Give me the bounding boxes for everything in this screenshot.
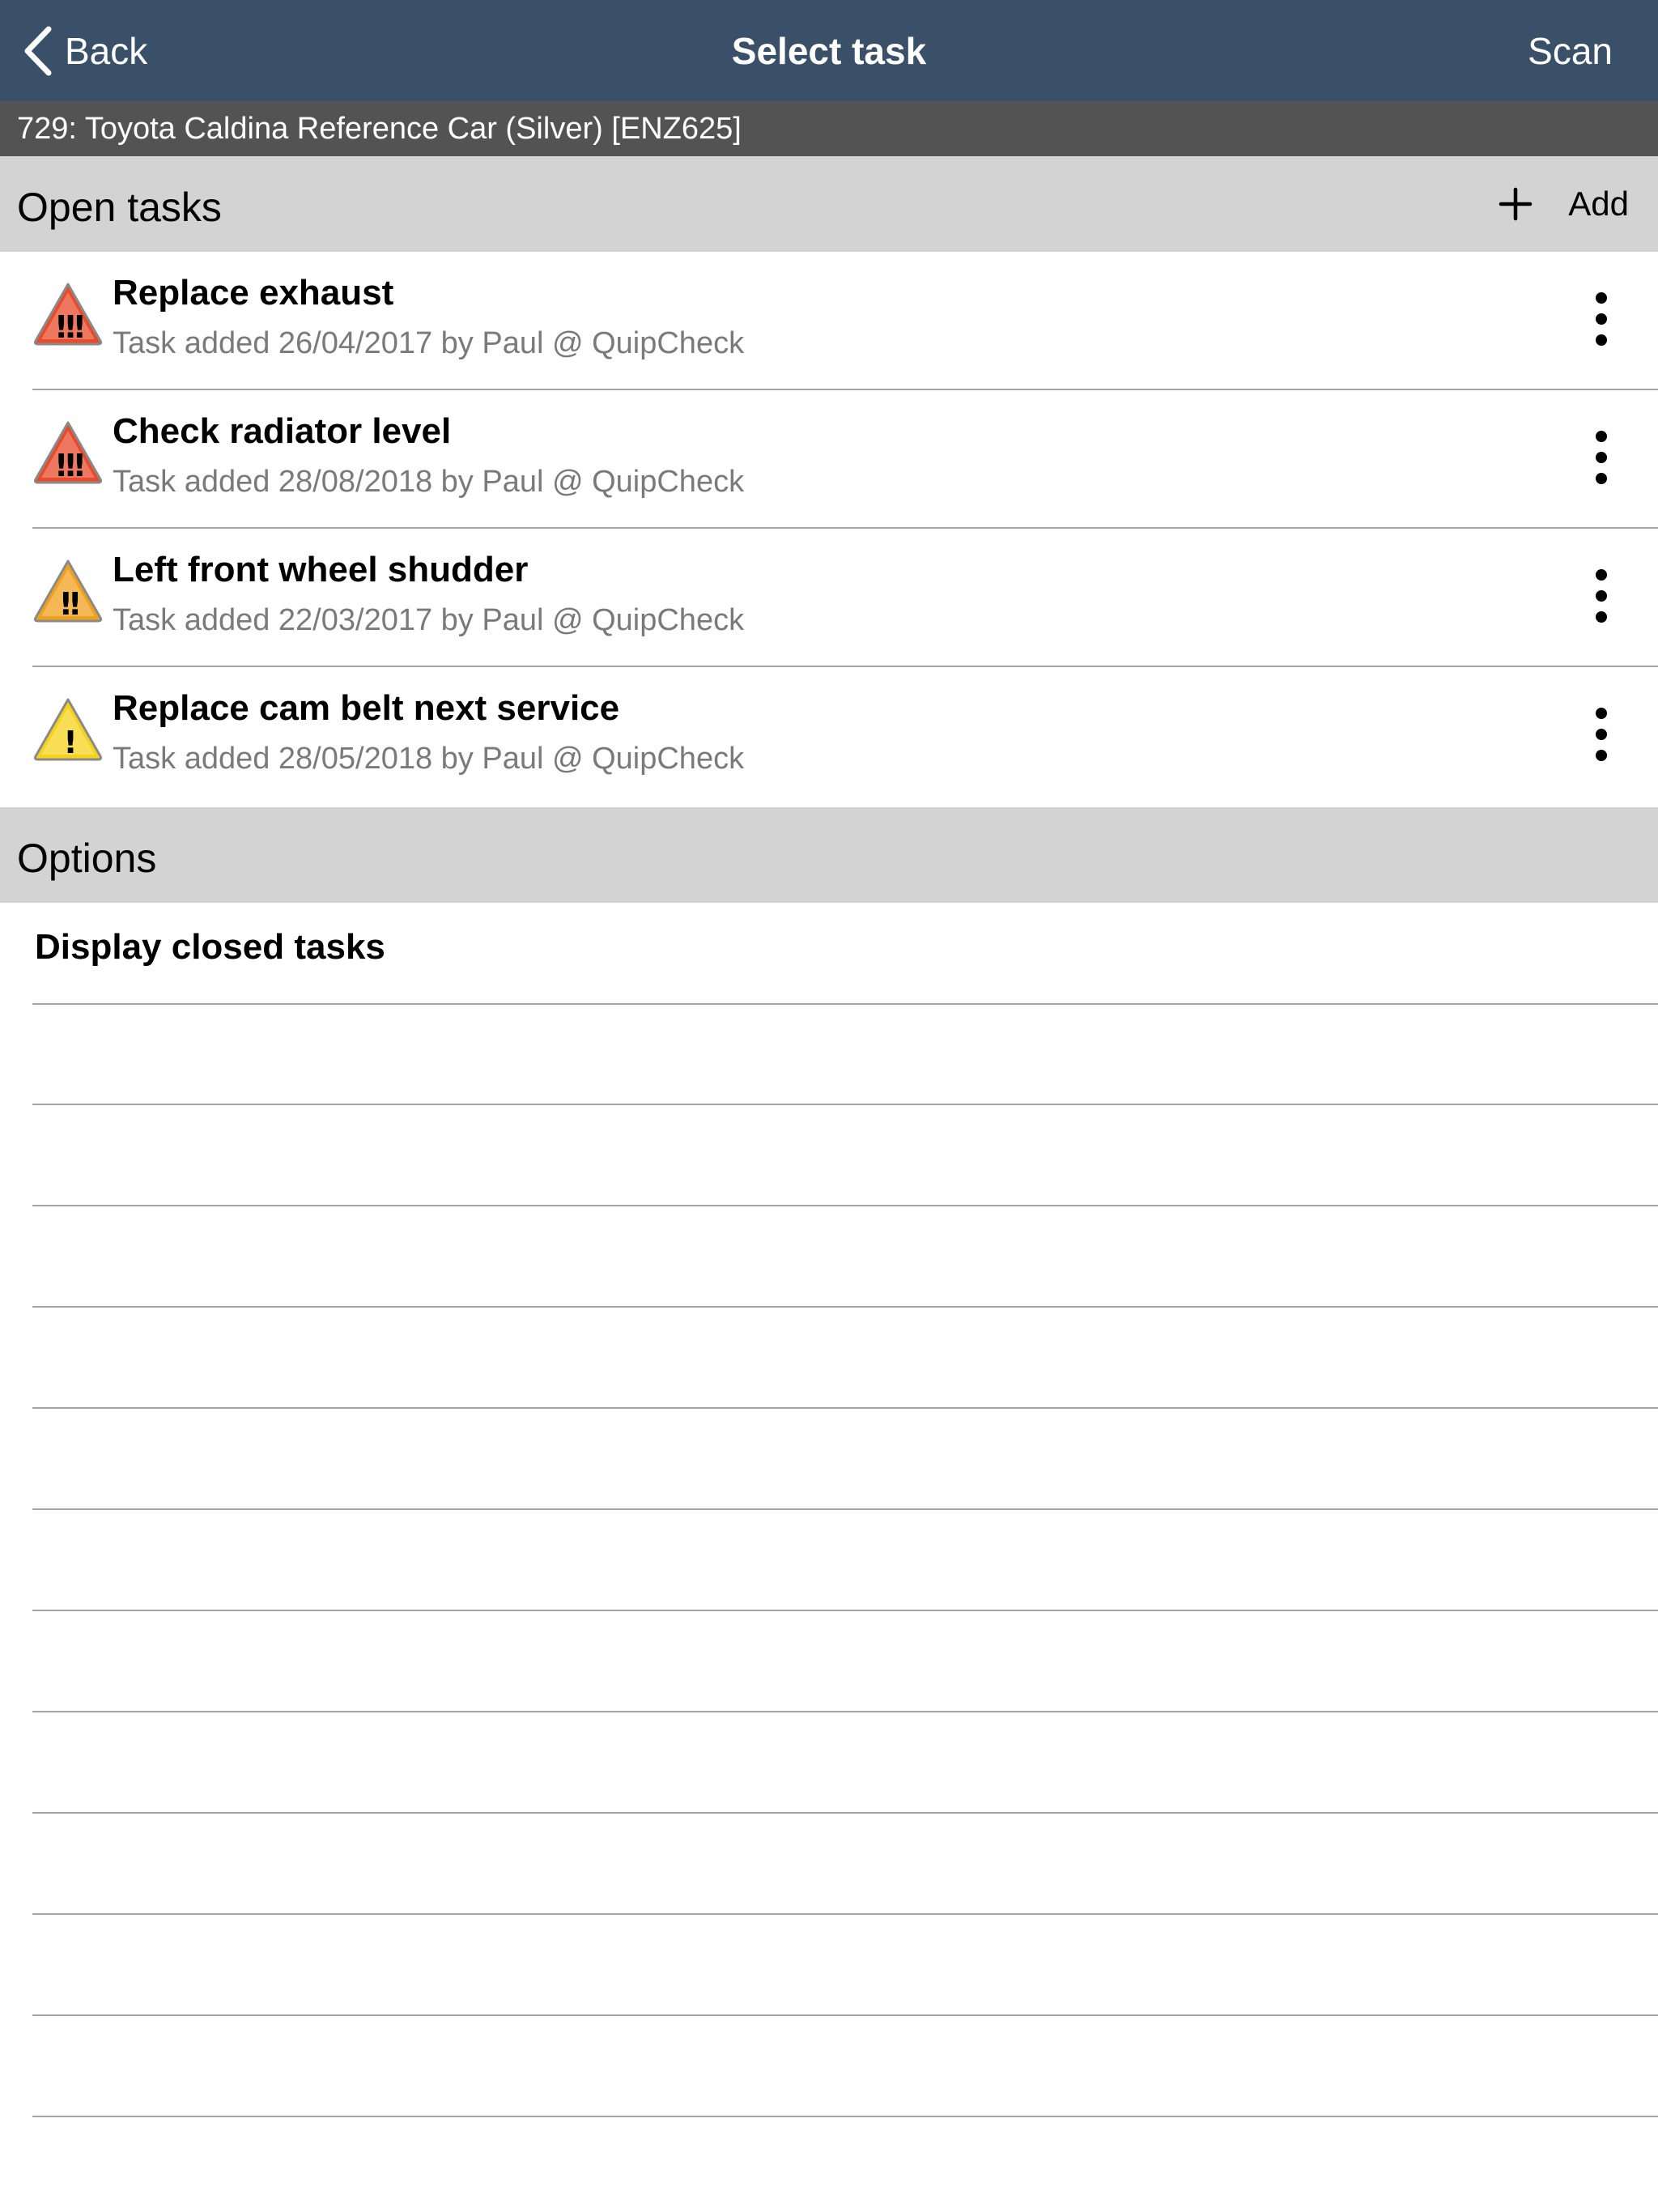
display-closed-tasks-option[interactable]: Display closed tasks — [0, 903, 1658, 1004]
warning-low-icon: ! — [33, 698, 103, 761]
warning-medium-icon: !! — [33, 559, 103, 623]
list-divider — [32, 1104, 1658, 1105]
list-divider — [32, 1407, 1658, 1409]
task-subtitle: Task added 28/05/2018 by Paul @ QuipChec… — [113, 742, 745, 776]
task-row[interactable]: !! Left front wheel shudder Task added 2… — [0, 529, 1658, 667]
task-list: !!! Replace exhaust Task added 26/04/201… — [0, 252, 1658, 806]
plus-icon — [1499, 187, 1533, 221]
svg-text:!!!: !!! — [54, 448, 83, 483]
warning-high-icon: !!! — [33, 283, 103, 346]
list-divider — [32, 1711, 1658, 1712]
more-options-icon[interactable] — [1577, 568, 1626, 624]
list-divider — [32, 1913, 1658, 1915]
task-row[interactable]: !!! Check radiator level Task added 28/0… — [0, 390, 1658, 529]
options-title: Options — [17, 836, 157, 881]
add-task-label: Add — [1568, 185, 1629, 223]
list-divider — [32, 1508, 1658, 1510]
task-title: Check radiator level — [113, 411, 452, 451]
list-divider — [32, 1205, 1658, 1206]
list-divider — [32, 1003, 1658, 1005]
open-tasks-title: Open tasks — [17, 185, 222, 230]
task-title: Replace cam belt next service — [113, 688, 620, 728]
list-divider — [32, 1610, 1658, 1611]
task-title: Left front wheel shudder — [113, 550, 529, 589]
svg-text:!!: !! — [59, 586, 78, 622]
display-closed-tasks-label: Display closed tasks — [35, 927, 385, 967]
vehicle-label: 729: Toyota Caldina Reference Car (Silve… — [0, 101, 1658, 156]
more-options-icon[interactable] — [1577, 291, 1626, 347]
options-header: Options — [0, 807, 1658, 903]
add-task-button[interactable]: Add — [1499, 177, 1629, 231]
task-row[interactable]: !!! Replace exhaust Task added 26/04/201… — [0, 252, 1658, 390]
warning-high-icon: !!! — [33, 421, 103, 484]
task-subtitle: Task added 28/08/2018 by Paul @ QuipChec… — [113, 465, 745, 499]
scan-button[interactable]: Scan — [1528, 29, 1613, 73]
more-options-icon[interactable] — [1577, 429, 1626, 486]
list-divider — [32, 2116, 1658, 2117]
svg-text:!: ! — [63, 725, 73, 760]
task-subtitle: Task added 26/04/2017 by Paul @ QuipChec… — [113, 326, 745, 360]
list-divider — [32, 1812, 1658, 1814]
more-options-icon[interactable] — [1577, 706, 1626, 763]
page-title: Select task — [731, 30, 927, 72]
task-title: Replace exhaust — [113, 273, 394, 313]
svg-text:!!!: !!! — [54, 309, 83, 345]
navigation-bar: Back Select task Scan — [0, 0, 1658, 101]
task-row[interactable]: ! Replace cam belt next service Task add… — [0, 667, 1658, 806]
task-subtitle: Task added 22/03/2017 by Paul @ QuipChec… — [113, 603, 745, 637]
open-tasks-header: Open tasks Add — [0, 156, 1658, 252]
list-divider — [32, 1306, 1658, 1308]
list-divider — [32, 2014, 1658, 2016]
